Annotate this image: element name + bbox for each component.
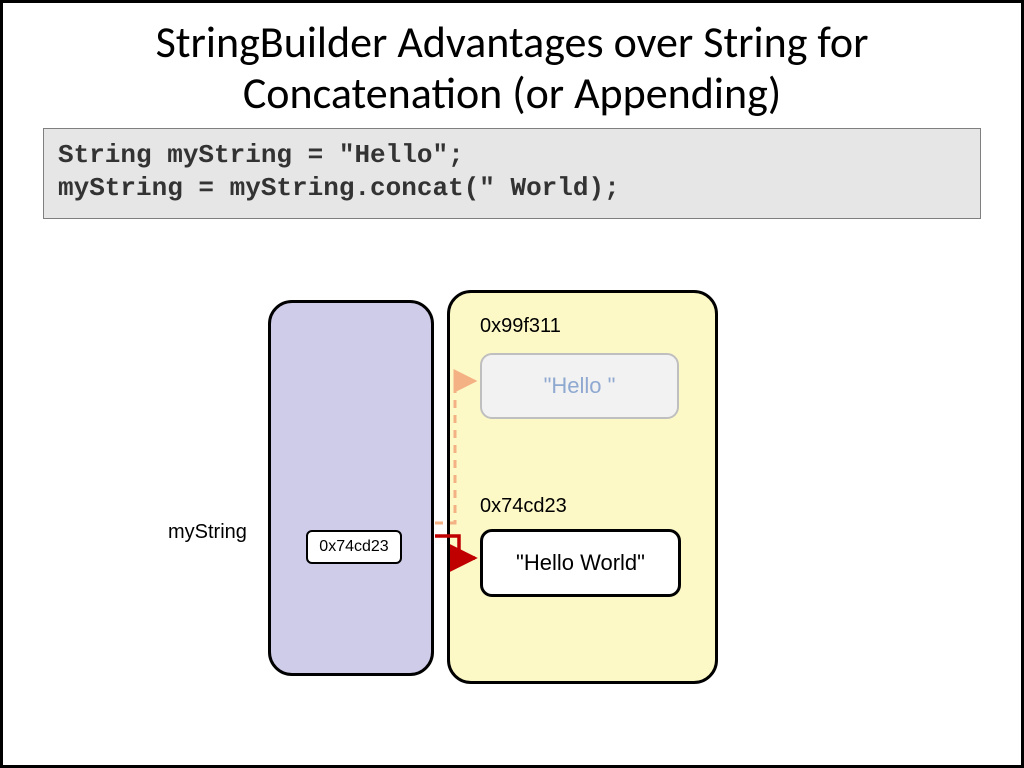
heap-block: 0x99f311 "Hello " 0x74cd23 "Hello World" [447, 290, 718, 684]
heap-address-2: 0x74cd23 [480, 495, 567, 518]
memory-diagram: myString 0x74cd23 0x99f311 "Hello " 0x74… [3, 278, 1024, 748]
stack-cell: 0x74cd23 [306, 530, 402, 564]
slide-title: StringBuilder Advantages over String for… [43, 17, 981, 118]
heap-object-helloworld: "Hello World" [480, 529, 681, 597]
stack-block: 0x74cd23 [268, 300, 434, 676]
heap-address-1: 0x99f311 [480, 315, 561, 338]
code-block: String myString = "Hello"; myString = my… [43, 128, 981, 219]
heap-object-hello: "Hello " [480, 353, 679, 419]
variable-name-label: myString [168, 521, 247, 544]
slide: StringBuilder Advantages over String for… [0, 0, 1024, 768]
